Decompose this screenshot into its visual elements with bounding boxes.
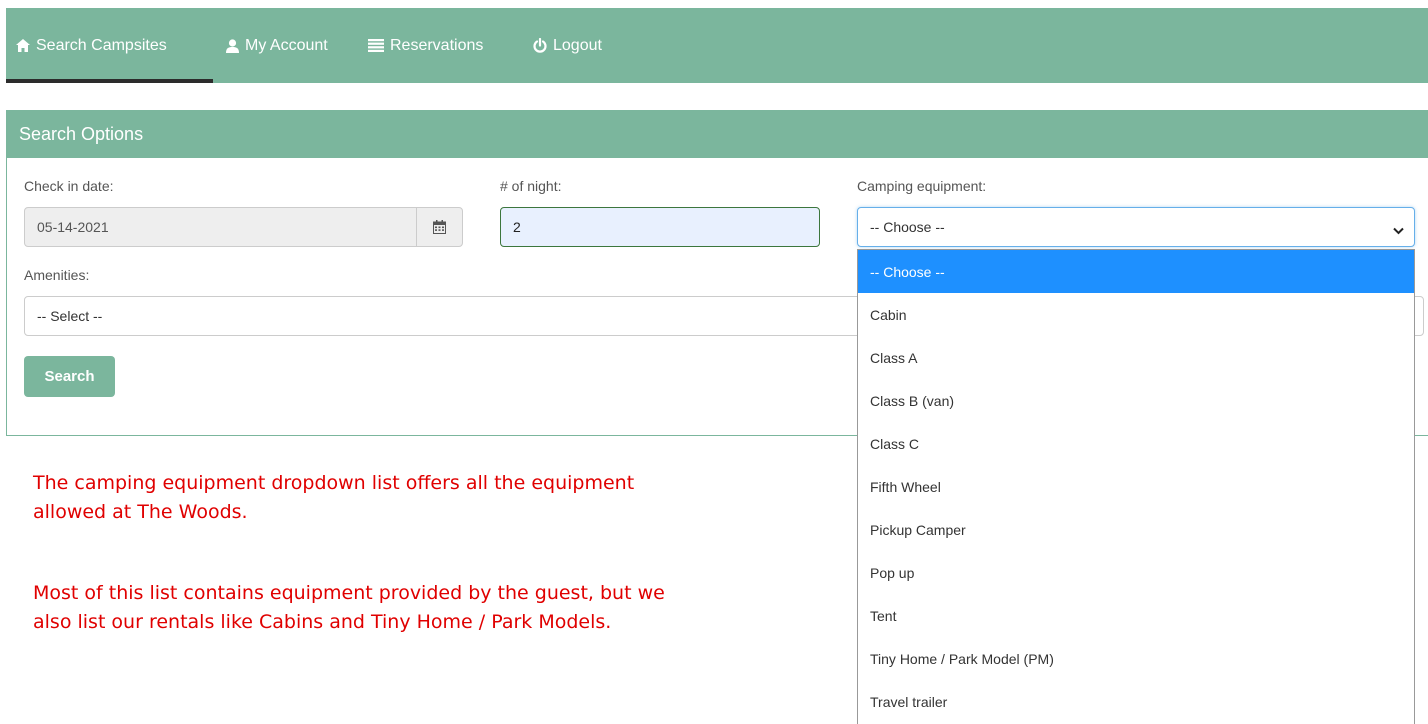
annotation-line: allowed at The Woods. — [33, 501, 248, 523]
dropdown-option[interactable]: Cabin — [858, 293, 1414, 336]
nav-item-logout[interactable]: Logout — [533, 8, 602, 83]
calendar-button[interactable] — [416, 207, 463, 247]
annotation-line: also list our rentals like Cabins and Ti… — [33, 611, 612, 633]
nav-item-search-campsites[interactable]: Search Campsites — [16, 8, 167, 83]
nav-item-reservations[interactable]: Reservations — [368, 8, 483, 83]
page: Search Campsites My Account Reservations… — [0, 0, 1428, 724]
nav-item-label: Logout — [553, 36, 602, 54]
dropdown-option[interactable]: Pickup Camper — [858, 508, 1414, 551]
nav-active-indicator — [6, 79, 213, 83]
nav-item-my-account[interactable]: My Account — [226, 8, 328, 83]
equipment-label: Camping equipment: — [857, 178, 987, 194]
dropdown-option[interactable]: Class B (van) — [858, 379, 1414, 422]
equipment-dropdown-list: -- Choose -- Cabin Class A Class B (van)… — [857, 249, 1415, 724]
dropdown-option[interactable]: Pop up — [858, 551, 1414, 594]
equipment-select-value: -- Choose -- — [870, 219, 945, 235]
dropdown-option[interactable]: Fifth Wheel — [858, 465, 1414, 508]
search-button[interactable]: Search — [24, 356, 115, 397]
power-icon — [533, 38, 547, 53]
amenities-label: Amenities: — [24, 267, 90, 283]
annotation-line: The camping equipment dropdown list offe… — [33, 472, 635, 494]
nav-item-label: Search Campsites — [36, 36, 167, 54]
dropdown-option[interactable]: Tent — [858, 594, 1414, 637]
dropdown-option[interactable]: Class A — [858, 336, 1414, 379]
calendar-icon — [433, 220, 446, 234]
chevron-down-icon — [1393, 222, 1404, 238]
dropdown-option[interactable]: Tiny Home / Park Model (PM) — [858, 637, 1414, 680]
home-icon — [16, 39, 30, 52]
checkin-label: Check in date: — [24, 178, 114, 194]
checkin-date-input[interactable]: 05-14-2021 — [24, 207, 417, 247]
dropdown-option[interactable]: Class C — [858, 422, 1414, 465]
annotation-line: Most of this list contains equipment pro… — [33, 582, 665, 604]
user-icon — [226, 38, 239, 53]
dropdown-option[interactable]: Travel trailer — [858, 680, 1414, 723]
nav-item-label: Reservations — [390, 36, 484, 54]
equipment-select[interactable]: -- Choose -- — [857, 207, 1415, 247]
nav-item-label: My Account — [245, 36, 328, 54]
dropdown-option[interactable]: -- Choose -- — [858, 250, 1414, 293]
nights-input[interactable]: 2 — [500, 207, 820, 247]
list-icon — [368, 39, 384, 52]
panel-title: Search Options — [7, 111, 1428, 158]
nights-label: # of night: — [500, 178, 562, 194]
top-nav: Search Campsites My Account Reservations… — [6, 8, 1428, 83]
